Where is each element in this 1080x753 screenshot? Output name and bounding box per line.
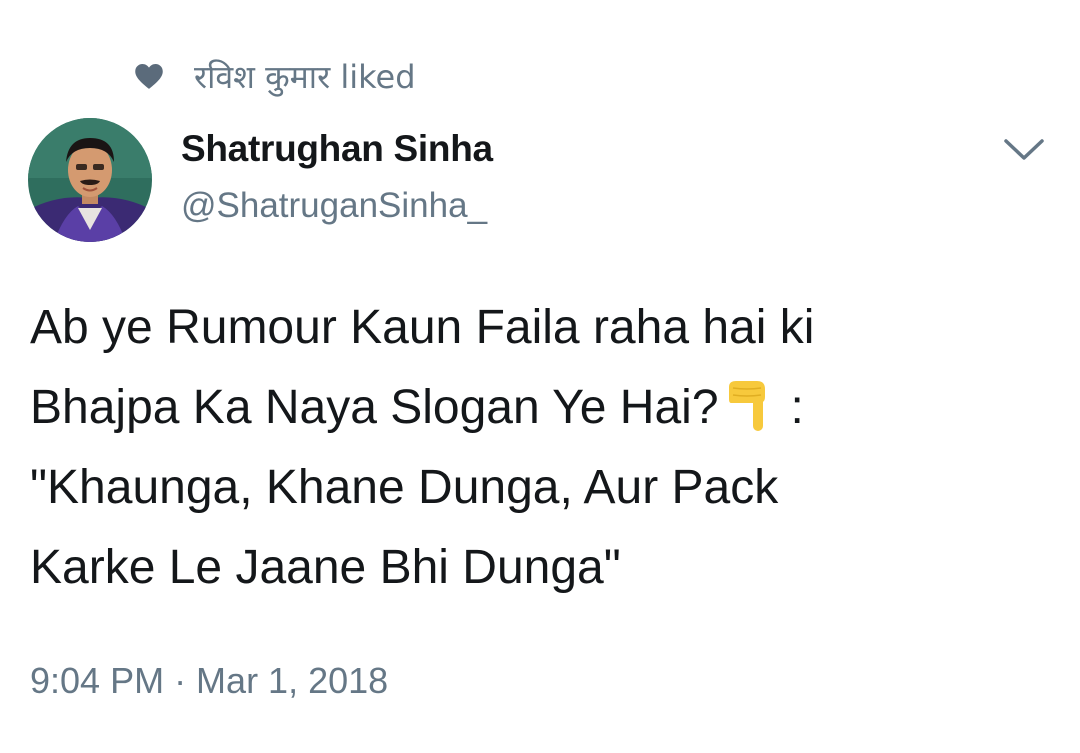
- avatar[interactable]: [28, 118, 152, 242]
- social-context[interactable]: रविश कुमार liked: [134, 56, 416, 96]
- tweet-line: Bhajpa Ka Naya Slogan Ye Hai? :: [30, 368, 1060, 448]
- tweet-line: "Khaunga, Khane Dunga, Aur Pack: [30, 461, 779, 514]
- backhand-index-pointing-down-emoji: [723, 377, 783, 433]
- author-display-name[interactable]: Shatrughan Sinha: [181, 128, 493, 170]
- tweet-line: Ab ye Rumour Kaun Faila raha hai ki: [30, 301, 815, 354]
- tweet-line: Karke Le Jaane Bhi Dunga": [30, 541, 621, 594]
- tweet-timestamp[interactable]: 9:04 PM · Mar 1, 2018: [30, 660, 388, 702]
- tweet-menu-button[interactable]: [1000, 132, 1048, 172]
- chevron-down-icon: [1002, 137, 1046, 168]
- heart-icon: [134, 61, 164, 91]
- tweet-line-text: :: [790, 381, 804, 434]
- author-handle[interactable]: @ShatruganSinha_: [181, 186, 487, 226]
- liked-by-text[interactable]: रविश कुमार liked: [194, 55, 416, 98]
- tweet-line-text: Bhajpa Ka Naya Slogan Ye Hai?: [30, 381, 719, 434]
- tweet-text: Ab ye Rumour Kaun Faila raha hai ki Bhaj…: [30, 288, 1060, 608]
